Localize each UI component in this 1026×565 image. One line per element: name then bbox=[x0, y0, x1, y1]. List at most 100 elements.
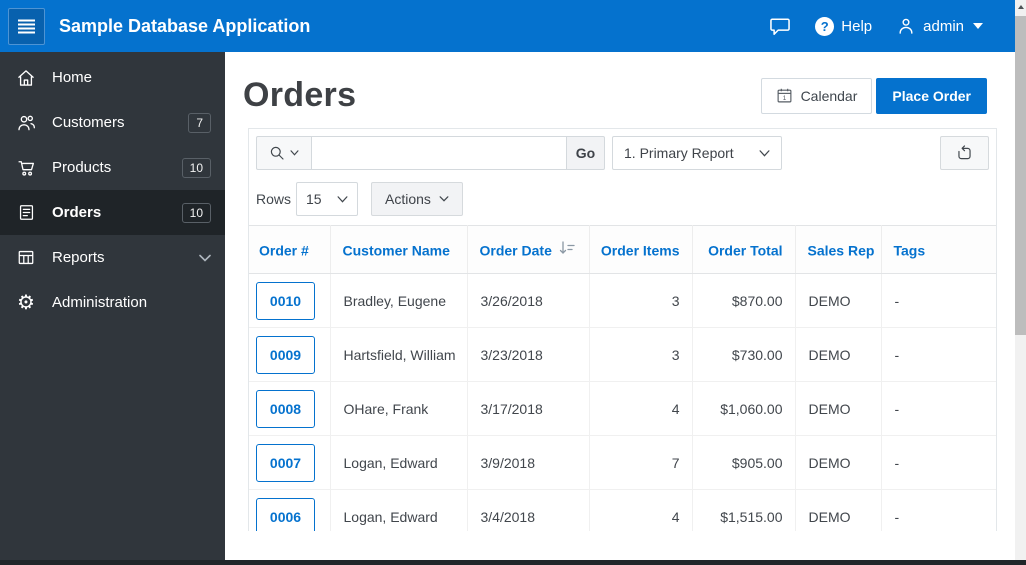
report-search-bar: Go 1. Primary Report bbox=[249, 129, 996, 170]
rows-label: Rows bbox=[256, 191, 292, 207]
column-header-customer-name[interactable]: Customer Name bbox=[330, 225, 468, 274]
saved-report-select[interactable]: 1. Primary Report bbox=[612, 136, 782, 170]
order-total-cell: $730.00 bbox=[692, 327, 796, 382]
column-header-order-number[interactable]: Order # bbox=[249, 225, 331, 274]
chevron-down-icon bbox=[199, 254, 211, 262]
app-title: Sample Database Application bbox=[59, 15, 311, 36]
customers-count-badge: 7 bbox=[188, 112, 211, 133]
svg-text:1: 1 bbox=[782, 95, 786, 102]
chevron-down-icon bbox=[439, 196, 449, 202]
vertical-scrollbar[interactable] bbox=[1015, 0, 1026, 565]
orders-count-badge: 10 bbox=[181, 202, 211, 223]
feedback-button[interactable] bbox=[769, 17, 791, 36]
page-header: Orders 1 Calendar Place Order bbox=[225, 52, 1015, 115]
order-date-cell: 3/26/2018 bbox=[467, 273, 590, 328]
order-link-button[interactable]: 0007 bbox=[256, 443, 315, 482]
sidebar-item-label: Customers bbox=[52, 114, 125, 131]
customer-name-cell: Bradley, Eugene bbox=[330, 273, 468, 328]
help-label: Help bbox=[841, 17, 873, 35]
order-total-cell: $870.00 bbox=[692, 273, 796, 328]
customer-name-cell: Logan, Edward bbox=[330, 435, 468, 490]
sidebar-item-label: Products bbox=[52, 159, 112, 176]
go-button[interactable]: Go bbox=[567, 136, 605, 170]
customer-name-cell: OHare, Frank bbox=[330, 381, 468, 436]
chat-bubble-icon bbox=[769, 17, 791, 36]
sidebar-item-label: Administration bbox=[52, 294, 148, 311]
scrollbar-up-arrow[interactable] bbox=[1015, 0, 1026, 14]
interactive-report-region: Go 1. Primary Report Rows 15 Actions Ord… bbox=[248, 128, 997, 531]
order-date-cell: 3/23/2018 bbox=[467, 327, 590, 382]
order-link-button[interactable]: 0006 bbox=[256, 497, 315, 531]
column-header-order-date[interactable]: Order Date bbox=[467, 225, 590, 274]
user-menu-button[interactable]: admin bbox=[896, 16, 983, 36]
help-button[interactable]: ? Help bbox=[815, 16, 873, 36]
column-header-tags[interactable]: Tags bbox=[881, 225, 996, 274]
order-link-button[interactable]: 0010 bbox=[256, 281, 315, 320]
order-items-cell: 7 bbox=[589, 435, 693, 490]
column-header-sales-rep[interactable]: Sales Rep bbox=[795, 225, 882, 274]
order-total-cell: $1,515.00 bbox=[692, 489, 796, 531]
search-icon bbox=[269, 145, 285, 161]
gear-icon: ⚙ bbox=[17, 291, 35, 314]
cart-icon bbox=[0, 158, 52, 178]
customers-icon bbox=[0, 113, 52, 133]
chevron-down-icon bbox=[973, 23, 983, 29]
sort-descending-icon bbox=[559, 241, 575, 258]
reports-icon bbox=[0, 248, 52, 267]
sidebar-item-home[interactable]: Home bbox=[0, 55, 225, 100]
order-total-cell: $1,060.00 bbox=[692, 381, 796, 436]
actions-menu-button[interactable]: Actions bbox=[371, 182, 463, 216]
search-options-button[interactable] bbox=[256, 136, 312, 170]
place-order-label: Place Order bbox=[892, 87, 971, 104]
sidebar-item-label: Orders bbox=[52, 204, 102, 221]
help-icon: ? bbox=[815, 16, 835, 36]
person-icon bbox=[896, 16, 916, 36]
table-row: 0007 Logan, Edward 3/9/2018 7 $905.00 DE… bbox=[249, 435, 996, 490]
search-input[interactable] bbox=[312, 136, 567, 170]
order-link-button[interactable]: 0008 bbox=[256, 389, 315, 428]
order-items-cell: 3 bbox=[589, 273, 693, 328]
hamburger-icon bbox=[17, 19, 36, 34]
table-row: 0010 Bradley, Eugene 3/26/2018 3 $870.00… bbox=[249, 273, 996, 328]
report-controls-bar: Rows 15 Actions bbox=[249, 170, 996, 225]
calendar-button[interactable]: 1 Calendar bbox=[760, 77, 873, 114]
tags-cell: - bbox=[881, 489, 996, 531]
tags-cell: - bbox=[881, 381, 996, 436]
orders-table: Order # Customer Name Order Date Order I… bbox=[249, 225, 996, 531]
order-link-button[interactable]: 0009 bbox=[256, 335, 315, 374]
chevron-down-icon bbox=[337, 195, 348, 203]
sidebar-item-orders[interactable]: Orders 10 bbox=[0, 190, 225, 235]
reset-report-button[interactable] bbox=[940, 136, 989, 170]
table-header-row: Order # Customer Name Order Date Order I… bbox=[249, 225, 996, 274]
tags-cell: - bbox=[881, 327, 996, 382]
table-row: 0008 OHare, Frank 3/17/2018 4 $1,060.00 … bbox=[249, 381, 996, 436]
sidebar-item-label: Reports bbox=[52, 249, 105, 266]
rows-per-page-select[interactable]: 15 bbox=[296, 182, 359, 216]
scrollbar-thumb[interactable] bbox=[1015, 16, 1026, 335]
saved-report-value: 1. Primary Report bbox=[624, 145, 734, 161]
sidebar-item-reports[interactable]: Reports bbox=[0, 235, 225, 280]
menu-toggle-button[interactable] bbox=[8, 7, 45, 45]
sidebar-nav: Home Customers 7 Products 10 Orders 10 R… bbox=[0, 52, 225, 565]
orders-icon bbox=[0, 203, 52, 222]
column-header-order-items[interactable]: Order Items bbox=[589, 225, 693, 274]
order-items-cell: 4 bbox=[589, 489, 693, 531]
header-actions: ? Help admin bbox=[769, 16, 1015, 36]
sales-rep-cell: DEMO bbox=[795, 327, 882, 382]
sidebar-item-administration[interactable]: ⚙ Administration bbox=[0, 280, 225, 325]
column-header-order-total[interactable]: Order Total bbox=[692, 225, 796, 274]
sales-rep-cell: DEMO bbox=[795, 381, 882, 436]
order-items-cell: 3 bbox=[589, 327, 693, 382]
reset-icon bbox=[955, 144, 974, 163]
place-order-button[interactable]: Place Order bbox=[876, 77, 987, 114]
page-title: Orders bbox=[243, 76, 357, 114]
order-total-cell: $905.00 bbox=[692, 435, 796, 490]
order-date-cell: 3/9/2018 bbox=[467, 435, 590, 490]
chevron-down-icon bbox=[290, 150, 299, 156]
rows-per-page-value: 15 bbox=[306, 191, 322, 207]
tags-cell: - bbox=[881, 273, 996, 328]
order-date-cell: 3/4/2018 bbox=[467, 489, 590, 531]
order-date-cell: 3/17/2018 bbox=[467, 381, 590, 436]
sidebar-item-customers[interactable]: Customers 7 bbox=[0, 100, 225, 145]
sidebar-item-products[interactable]: Products 10 bbox=[0, 145, 225, 190]
